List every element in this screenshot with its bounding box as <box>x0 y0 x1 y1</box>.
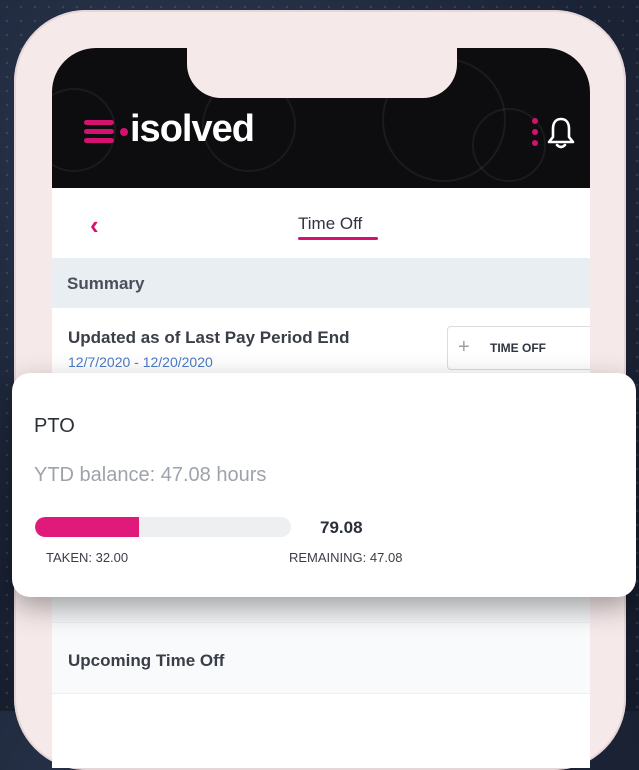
time-off-button-label: TIME OFF <box>490 341 546 355</box>
updated-label: Updated as of Last Pay Period End <box>68 328 350 347</box>
upcoming-time-off-section[interactable]: Upcoming Time Off <box>52 622 590 694</box>
summary-heading: Summary <box>67 274 145 293</box>
kebab-menu-icon[interactable] <box>532 118 538 148</box>
pto-progress-fill <box>35 517 139 537</box>
plus-icon: + <box>458 336 470 358</box>
section-divider <box>52 596 590 622</box>
pto-title: PTO <box>34 415 75 437</box>
add-time-off-button[interactable]: + TIME OFF <box>447 326 590 370</box>
summary-section-header: Summary <box>52 258 590 308</box>
pto-balance-card[interactable]: PTO YTD balance: 47.08 hours 79.08 TAKEN… <box>12 373 636 597</box>
pto-remaining: REMAINING: 47.08 <box>289 550 403 565</box>
bell-icon[interactable] <box>546 116 576 150</box>
logo-dot <box>120 128 128 136</box>
pto-taken: TAKEN: 32.00 <box>46 550 129 565</box>
upcoming-heading: Upcoming Time Off <box>68 651 225 670</box>
app-logo: isolved <box>130 108 255 150</box>
page-nav-bar: ‹ Time Off <box>52 188 590 259</box>
title-underline <box>298 237 378 240</box>
hamburger-menu-icon[interactable] <box>84 120 114 144</box>
pto-total: 79.08 <box>320 518 363 537</box>
pto-progress-track <box>35 517 291 537</box>
pay-period-date-range: 12/7/2020 - 12/20/2020 <box>68 354 213 370</box>
phone-notch <box>187 48 457 98</box>
ytd-balance: YTD balance: 47.08 hours <box>34 464 267 486</box>
chevron-left-icon[interactable]: ‹ <box>90 210 99 241</box>
page-title: Time Off <box>298 214 363 233</box>
